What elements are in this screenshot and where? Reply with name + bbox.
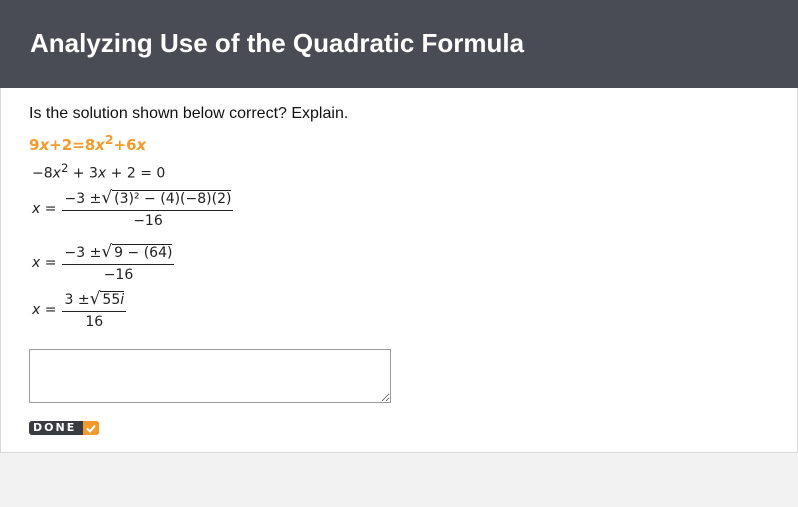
step3-x: x <box>32 254 41 271</box>
page-header: Analyzing Use of the Quadratic Formula <box>0 0 798 88</box>
eq-var-x: x <box>39 136 50 154</box>
solution-step-1: −8x2 + 3x + 2 = 0 <box>32 161 165 182</box>
step4-radicand: 55i <box>100 291 125 308</box>
step2-numerator: −3 ±√ (3)² − (4)(−8)(2) <box>62 188 234 211</box>
eq-exponent: 2 <box>104 132 114 147</box>
step3-num-pre: −3 ± <box>64 245 102 261</box>
answer-textarea[interactable] <box>29 349 391 403</box>
step1-tail: + 2 = 0 <box>106 165 166 182</box>
eq-var-x3: x <box>136 136 147 154</box>
step3-eq: = <box>44 254 57 271</box>
step1-rest: + 3 <box>68 165 98 182</box>
step1-x: x <box>52 165 61 182</box>
page-title: Analyzing Use of the Quadratic Formula <box>30 28 525 58</box>
step3-numerator: −3 ±√ 9 − (64) <box>62 242 175 265</box>
given-equation: 9x+2=8x2+6x <box>29 132 146 154</box>
solution-step-3: x = −3 ±√ 9 − (64) −16 <box>32 242 175 283</box>
step2-fraction: −3 ±√ (3)² − (4)(−8)(2) −16 <box>62 188 234 229</box>
step3-fraction: −3 ±√ 9 − (64) −16 <box>62 242 175 283</box>
step2-radicand: (3)² − (4)(−8)(2) <box>112 190 232 207</box>
done-button[interactable]: DONE <box>29 421 99 435</box>
step4-numerator: 3 ±√ 55i <box>62 289 127 312</box>
step4-eq: = <box>44 301 57 318</box>
step2-eq: = <box>44 200 57 217</box>
step4-denominator: 16 <box>85 314 104 330</box>
step3-radicand: 9 − (64) <box>112 244 173 261</box>
step2-x: x <box>32 200 41 217</box>
done-button-label: DONE <box>33 421 77 434</box>
question-prompt: Is the solution shown below correct? Exp… <box>29 105 349 122</box>
step1-x2: x <box>97 165 107 182</box>
eq-coef-9: 9 <box>29 136 40 154</box>
solution-step-4: x = 3 ±√ 55i 16 <box>32 289 127 330</box>
sqrt-icon: √ <box>101 242 113 262</box>
step4-num-pre: 3 ± <box>64 292 90 308</box>
step2-lhs: x = <box>32 201 56 217</box>
step4-imag-unit: i <box>120 292 125 308</box>
step4-fraction: 3 ±√ 55i 16 <box>62 289 127 330</box>
step2-denominator: −16 <box>133 213 163 229</box>
step4-x: x <box>32 301 41 318</box>
page-footer <box>0 452 798 507</box>
sqrt-icon: √ <box>101 188 113 208</box>
sqrt-icon: √ <box>89 289 101 309</box>
step4-lhs: x = <box>32 302 56 318</box>
eq-plus6: +6 <box>113 136 137 154</box>
step1-coef: −8 <box>32 165 53 182</box>
solution-step-2: x = −3 ±√ (3)² − (4)(−8)(2) −16 <box>32 188 234 229</box>
eq-var-x2: x <box>95 136 105 154</box>
check-icon <box>83 421 99 435</box>
step3-denominator: −16 <box>103 267 134 283</box>
step4-radicand-value: 55 <box>102 292 121 308</box>
step2-num-pre: −3 ± <box>64 191 102 207</box>
step3-lhs: x = <box>32 255 56 271</box>
eq-mid: +2=8 <box>49 136 96 154</box>
